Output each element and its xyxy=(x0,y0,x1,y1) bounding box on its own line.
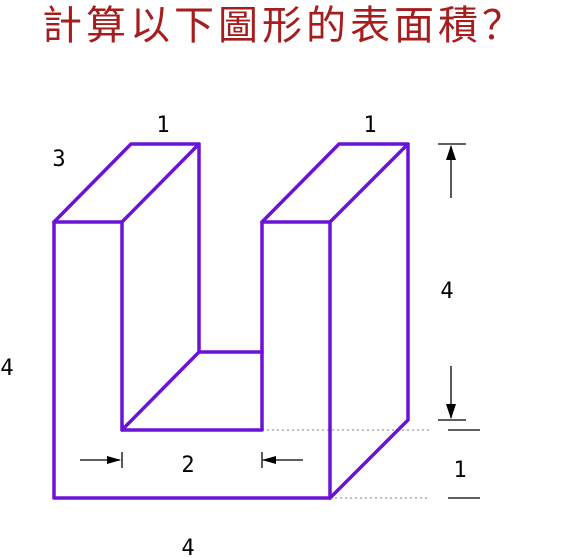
label-bottom-width: 4 xyxy=(181,536,194,557)
diagram-canvas: 計算以下圖形的表面積？ 1 1 3 4 4 2 1 4 xyxy=(0,0,568,557)
label-depth: 3 xyxy=(52,147,65,172)
u-shape-solid-diagram: 1 1 3 4 4 2 1 4 xyxy=(0,113,480,557)
inner-floor xyxy=(120,350,264,432)
right-side-face xyxy=(328,142,410,500)
right-pillar-top xyxy=(260,142,410,224)
solid-edges xyxy=(52,142,410,500)
label-top-left-width: 1 xyxy=(156,113,169,138)
label-gap-width: 2 xyxy=(181,453,194,478)
left-pillar-top xyxy=(52,142,201,224)
label-left-height: 4 xyxy=(0,356,13,381)
label-base-height: 1 xyxy=(453,458,466,483)
label-right-height: 4 xyxy=(440,279,453,304)
label-top-right-width: 1 xyxy=(363,113,376,138)
